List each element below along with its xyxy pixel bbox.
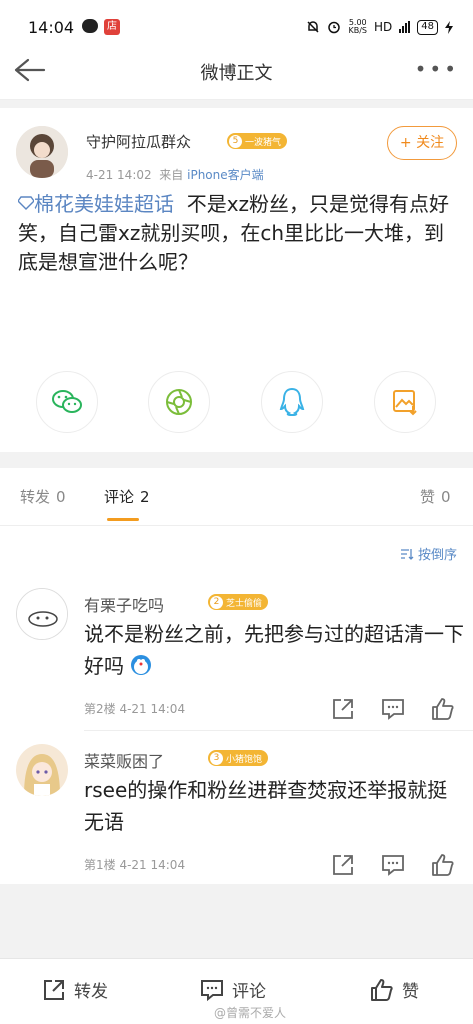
- comment-text: rsee的操作和粉丝进群查焚寂还举报就挺无语: [84, 778, 448, 834]
- share-row: [0, 371, 473, 433]
- save-image-button[interactable]: [374, 371, 436, 433]
- author-avatar[interactable]: [16, 126, 68, 178]
- wechat-icon: [52, 390, 82, 413]
- post-text: 棉花美娃娃超话 不是xz粉丝，只是觉得有点好笑，自己雷xz就别买呗，在ch里比比…: [17, 190, 458, 277]
- interaction-tabs: 转发 0 评论 2 赞0: [0, 468, 473, 526]
- like-comment-icon[interactable]: [430, 852, 456, 878]
- share-comment-icon[interactable]: [330, 852, 356, 878]
- comment-meta: 第2楼 4-21 14:04: [84, 702, 186, 716]
- share-comment-icon[interactable]: [330, 696, 356, 722]
- author-name[interactable]: 守护阿拉瓜群众: [86, 131, 191, 152]
- wechat-notification-icon: [82, 19, 98, 33]
- mute-bell-icon: [307, 21, 320, 33]
- status-time: 14:04: [28, 18, 75, 37]
- status-bar: 14:04 店 5.00 KB/S HD 48: [0, 0, 473, 42]
- commenter-name[interactable]: 有栗子吃吗: [84, 592, 164, 616]
- share-wechat-button[interactable]: [36, 371, 98, 433]
- fan-badge[interactable]: 5 一波猪气: [227, 133, 288, 149]
- fan-badge[interactable]: 3 小猪饱饱: [208, 750, 269, 766]
- comment-button[interactable]: 评论: [200, 977, 266, 1002]
- charging-icon: [445, 20, 453, 34]
- tab-repost[interactable]: 转发 0: [20, 486, 66, 507]
- network-speed: 5.00 KB/S: [348, 18, 367, 35]
- alarm-icon: [328, 21, 341, 34]
- more-options-icon[interactable]: •••: [415, 59, 459, 79]
- post-meta: 4-21 14:02 来自 iPhone客户端: [86, 168, 264, 182]
- comment-divider: [84, 730, 473, 731]
- like-button[interactable]: 赞: [370, 977, 419, 1002]
- tab-likes[interactable]: 赞0: [420, 486, 451, 507]
- comment-text: 说不是粉丝之前，先把参与过的超话清一下好吗: [84, 622, 464, 678]
- comment-icon: [201, 979, 223, 1001]
- like-comment-icon[interactable]: [430, 696, 456, 722]
- active-tab-indicator: [107, 518, 139, 521]
- commenter-avatar[interactable]: [16, 744, 68, 796]
- store-notification-icon: 店: [104, 19, 120, 35]
- share-qq-button[interactable]: [261, 371, 323, 433]
- qq-icon: [279, 387, 305, 417]
- comment-meta: 第1楼 4-21 14:04: [84, 858, 186, 872]
- comment-list: 按倒序 有栗子吃吗 2 芝士偷偷 说不是粉丝之前，先把参与过的超话清一下好吗 第2…: [0, 526, 473, 884]
- save-image-icon: [393, 390, 417, 416]
- post-card: 守护阿拉瓜群众 5 一波猪气 4-21 14:02 来自 iPhone客户端 + …: [0, 108, 473, 452]
- commenter-avatar[interactable]: [16, 588, 68, 640]
- nav-bar: 微博正文 •••: [0, 42, 473, 100]
- tab-comments[interactable]: 评论 2: [104, 486, 150, 507]
- follow-button[interactable]: + 关注: [387, 126, 457, 160]
- reply-comment-icon[interactable]: [380, 852, 406, 878]
- doraemon-emoji-icon: [131, 655, 152, 675]
- like-icon: [371, 978, 393, 1001]
- page-title: 微博正文: [200, 63, 273, 84]
- battery-icon: 48: [417, 19, 438, 35]
- hd-indicator: HD: [374, 20, 393, 34]
- reply-comment-icon[interactable]: [380, 696, 406, 722]
- topic-link[interactable]: 棉花美娃娃超话: [17, 192, 174, 216]
- repost-button[interactable]: 转发: [42, 977, 108, 1002]
- fan-badge[interactable]: 2 芝士偷偷: [208, 594, 269, 610]
- commenter-name[interactable]: 菜菜贩困了: [84, 748, 164, 772]
- sort-icon: [400, 549, 414, 560]
- signal-icon: [399, 21, 411, 33]
- moments-icon: [166, 389, 192, 415]
- sort-toggle[interactable]: 按倒序: [400, 544, 457, 563]
- share-moments-button[interactable]: [148, 371, 210, 433]
- watermark: @曾需不爱人: [214, 1006, 287, 1020]
- diamond-icon: [17, 196, 35, 210]
- post-source[interactable]: iPhone客户端: [187, 168, 264, 182]
- repost-icon: [44, 979, 64, 1000]
